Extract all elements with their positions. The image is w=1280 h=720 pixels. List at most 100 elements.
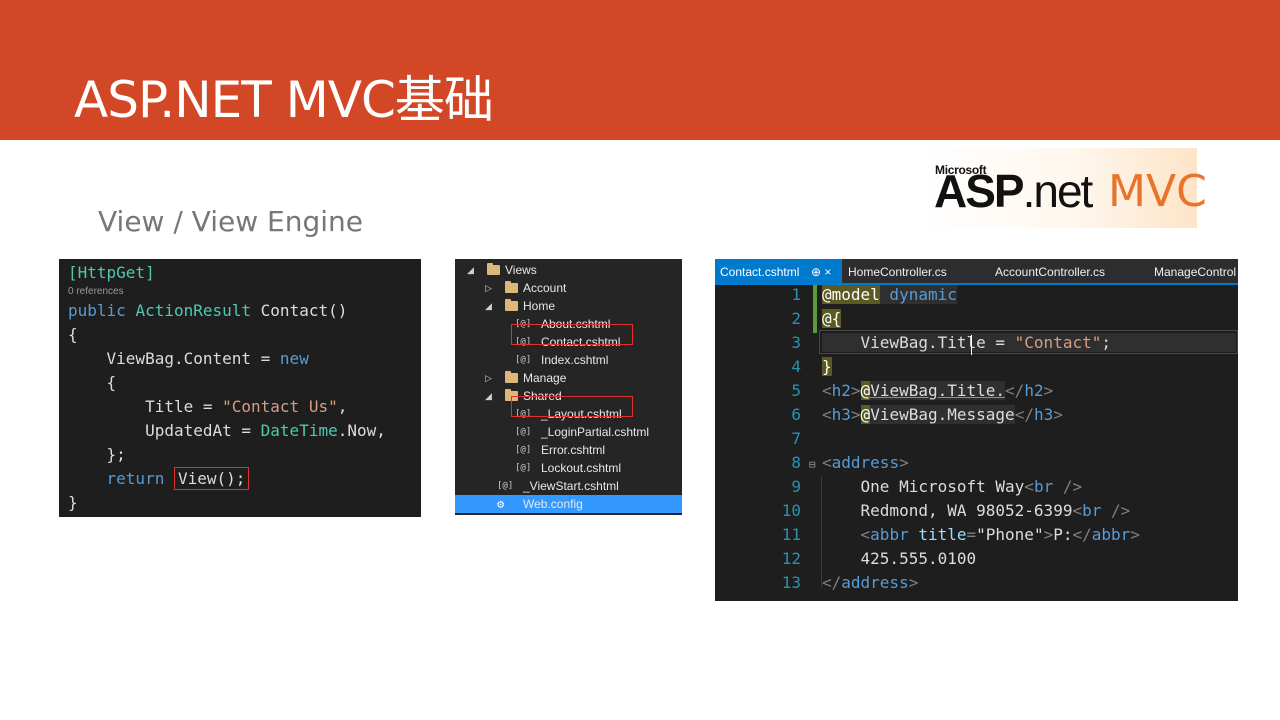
end-tag-close: >	[1053, 405, 1063, 424]
editor-line-3[interactable]: ViewBag.Title = "Contact";	[822, 333, 1236, 352]
editor-line-2[interactable]: @{	[822, 309, 842, 328]
line-number: 3	[791, 333, 801, 352]
collapse-toggle-icon[interactable]: ⊟	[809, 458, 816, 471]
address-line-1: One Microsoft Way	[822, 477, 1025, 496]
tag-abbr: abbr	[870, 525, 909, 544]
editor-line-8[interactable]: <address>	[822, 453, 909, 472]
expanded-arrow-icon[interactable]: ◢	[467, 261, 474, 279]
razor-file-icon: [@]	[515, 463, 532, 473]
kw-new: new	[279, 349, 309, 368]
end-tag-abbr: abbr	[1091, 525, 1131, 544]
collapsed-arrow-icon[interactable]: ▷	[485, 279, 492, 297]
title-string: "Contact"	[1014, 333, 1102, 352]
tree-item[interactable]: ◢ Views	[455, 261, 682, 279]
logo-asp-text: ASP.net	[934, 168, 1093, 214]
viewbag-title-expr: ViewBag.Title.	[870, 381, 1006, 400]
tag-close: >	[1043, 525, 1054, 544]
editor-line-4[interactable]: }	[822, 357, 832, 376]
tab-homecontroller[interactable]: HomeController.cs	[848, 265, 947, 279]
editor-line-6[interactable]: <h3>@ViewBag.Message</h3>	[822, 405, 1063, 424]
folder-icon	[487, 263, 500, 275]
line-number: 12	[781, 549, 801, 568]
editor-line-10[interactable]: Redmond, WA 98052-6399<br />	[822, 501, 1131, 520]
tag-open: <	[822, 453, 832, 472]
tree-item-label: Error.cshtml	[541, 443, 606, 457]
end-tag-open: </	[1005, 381, 1025, 400]
code-signature: public ActionResult Contact()	[68, 300, 347, 322]
attribute-text: [HttpGet]	[68, 263, 155, 282]
razor-file-icon: [@]	[515, 355, 532, 365]
kw-return: return	[106, 469, 165, 488]
tree-item-label: Views	[505, 263, 537, 277]
code-close-brace: }	[68, 493, 78, 512]
end-tag-open: </	[1014, 405, 1034, 424]
tree-item[interactable]: [@] Lockout.cshtml	[455, 459, 682, 477]
razor-at: @	[860, 405, 871, 424]
end-tag-close: >	[1043, 381, 1054, 400]
editor-margin	[715, 285, 735, 601]
line-number: 7	[791, 429, 801, 448]
tree-item[interactable]: ▷ Account	[455, 279, 682, 297]
view-call-highlight: View();	[173, 467, 250, 490]
expanded-arrow-icon[interactable]: ◢	[485, 387, 492, 405]
editor-line-1[interactable]: @model dynamic	[822, 285, 957, 304]
tree-item[interactable]: [@] _ViewStart.cshtml	[455, 477, 682, 495]
editor-line-13[interactable]: </address>	[822, 573, 918, 592]
updated-prefix: UpdatedAt =	[68, 421, 261, 440]
tree-item[interactable]: [@] Error.cshtml	[455, 441, 682, 459]
tree-item-label: Manage	[523, 371, 567, 385]
line-number: 10	[781, 501, 801, 520]
updated-suffix: .Now,	[337, 421, 386, 440]
razor-code-close: }	[822, 357, 832, 376]
tag-open: <	[822, 381, 832, 400]
tab-label: Contact.cshtml	[720, 265, 800, 279]
code-inner-close: };	[68, 445, 126, 464]
line-number: 5	[791, 381, 801, 400]
collapsed-arrow-icon[interactable]: ▷	[485, 369, 492, 387]
editor-line-11[interactable]: <abbr title="Phone">P:</abbr>	[822, 525, 1140, 544]
tag-close: />	[1101, 501, 1131, 520]
end-tag-open: </	[1072, 525, 1092, 544]
text-caret	[971, 335, 972, 355]
expanded-arrow-icon[interactable]: ◢	[485, 297, 492, 315]
line-number: 8	[791, 453, 801, 472]
tree-item[interactable]: [@] _LoginPartial.cshtml	[455, 423, 682, 441]
tree-item[interactable]: ◢ Home	[455, 297, 682, 315]
config-file-icon: ⚙	[497, 497, 505, 511]
tag-br: br	[1033, 477, 1054, 496]
pin-close-icon[interactable]: ⊕ ×	[811, 265, 831, 279]
editor-line-12[interactable]: 425.555.0100	[822, 549, 977, 568]
tag-close: >	[908, 573, 919, 592]
address-line-2: Redmond, WA 98052-6399	[822, 501, 1073, 520]
tree-item[interactable]: [@] Index.cshtml	[455, 351, 682, 369]
tree-item[interactable]: ▷ Manage	[455, 369, 682, 387]
tree-item-label: _ViewStart.cshtml	[523, 479, 619, 493]
highlight-box	[511, 396, 633, 417]
tree-item-label: Lockout.cshtml	[541, 461, 622, 475]
highlight-box	[511, 324, 633, 345]
razor-file-icon: [@]	[497, 481, 514, 491]
method-name: Contact()	[251, 301, 348, 320]
razor-model-directive: @model	[822, 285, 880, 304]
tab-contact-cshtml[interactable]: Contact.cshtml ⊕ ×	[715, 259, 842, 283]
code-updated-line: UpdatedAt = DateTime.Now,	[68, 420, 386, 442]
viewbag-text: ViewBag.Content =	[68, 349, 280, 368]
folder-icon	[505, 371, 518, 383]
editor-tab-bar: Contact.cshtml ⊕ × HomeController.cs Acc…	[715, 259, 1238, 283]
controller-code-panel: [HttpGet] 0 references public ActionResu…	[59, 259, 421, 517]
viewbag-message-expr: ViewBag.Message	[870, 405, 1015, 424]
editor-line-9[interactable]: One Microsoft Way<br />	[822, 477, 1083, 496]
editor-line-5[interactable]: <h2>@ViewBag.Title.</h2>	[822, 381, 1053, 400]
tag-address: address	[841, 573, 909, 592]
code-attribute: [HttpGet]	[68, 262, 155, 284]
tree-item[interactable]: ⚙ Web.config	[455, 495, 682, 513]
attr-title: title	[908, 525, 967, 544]
line-number: 11	[781, 525, 801, 544]
title-value: "Contact Us"	[222, 397, 338, 416]
razor-code-open: @{	[822, 309, 842, 328]
tab-managecontroller[interactable]: ManageControl	[1154, 265, 1236, 279]
tab-accountcontroller[interactable]: AccountController.cs	[995, 265, 1105, 279]
aspnet-mvc-logo: Microsoft ASP.net MVC	[924, 148, 1207, 228]
end-tag-h3: h3	[1033, 405, 1054, 424]
